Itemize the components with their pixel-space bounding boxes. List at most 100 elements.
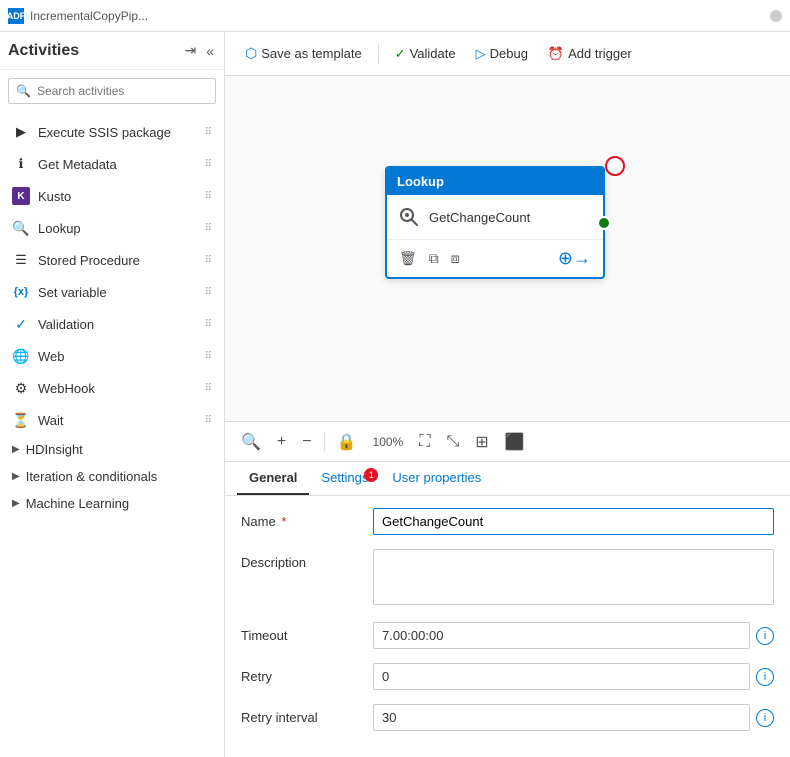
activity-item-stored-procedure[interactable]: ☰ Stored Procedure ⠿	[0, 244, 224, 276]
timeout-input[interactable]	[373, 622, 750, 649]
validation-icon: ✓	[12, 315, 30, 333]
debug-button[interactable]: ▷ Debug	[468, 42, 536, 66]
view-toggle-button[interactable]: ⬛	[501, 430, 529, 454]
lookup-node-label: GetChangeCount	[429, 210, 530, 225]
validate-icon: ✓	[395, 46, 406, 62]
drag-handle-kusto[interactable]: ⠿	[205, 191, 212, 202]
zoom-out-button[interactable]: ⤡	[442, 431, 463, 453]
activity-label-set-variable: Set variable	[38, 285, 197, 300]
activity-label-stored-procedure: Stored Procedure	[38, 253, 197, 268]
drag-handle-get-metadata[interactable]: ⠿	[205, 159, 212, 170]
zoom-fit-button[interactable]: 100%	[369, 433, 408, 451]
top-toolbar: ⬡ Save as template ✓ Validate ▷ Debug ⏰ …	[225, 32, 790, 76]
delete-node-button[interactable]: 🗑	[397, 248, 419, 269]
hdinsight-chevron: ▶	[12, 444, 20, 455]
retry-info-icon[interactable]: i	[756, 668, 774, 686]
name-input[interactable]	[373, 508, 774, 535]
lookup-node[interactable]: Lookup GetChangeCount 🗑 ⧉	[385, 166, 605, 279]
search-input[interactable]	[8, 78, 216, 104]
iteration-chevron: ▶	[12, 471, 20, 482]
web-icon: 🌐	[12, 347, 30, 365]
name-label: Name *	[241, 508, 361, 529]
lock-button[interactable]: 🔒	[333, 430, 361, 454]
trigger-icon: ⏰	[548, 46, 564, 62]
settings-badge: 1	[364, 468, 378, 482]
search-icon: 🔍	[16, 84, 31, 98]
retry-control: i	[373, 663, 774, 690]
sidebar: Activities ⇥ « 🔍 ▶ Execute SSIS package …	[0, 32, 225, 757]
add-button[interactable]: +	[273, 431, 290, 453]
layout-button[interactable]: ⊞	[471, 430, 492, 454]
timeout-info-icon[interactable]: i	[756, 627, 774, 645]
description-input[interactable]	[373, 549, 774, 605]
activity-item-web[interactable]: 🌐 Web ⠿	[0, 340, 224, 372]
activity-label-execute-ssis: Execute SSIS package	[38, 125, 197, 140]
remove-button[interactable]: −	[298, 431, 315, 453]
stored-procedure-icon: ☰	[12, 251, 30, 269]
retry-label: Retry	[241, 663, 361, 684]
drag-handle-wait[interactable]: ⠿	[205, 415, 212, 426]
group-label-iteration: Iteration & conditionals	[26, 469, 158, 484]
hide-icon[interactable]: «	[204, 40, 216, 61]
machine-learning-chevron: ▶	[12, 498, 20, 509]
group-hdinsight[interactable]: ▶ HDInsight	[0, 436, 224, 463]
execute-ssis-icon: ▶	[12, 123, 30, 141]
title-bar: ADF IncrementalCopyPip...	[0, 0, 790, 32]
set-variable-icon: {x}	[12, 283, 30, 301]
tab-general[interactable]: General	[237, 462, 309, 495]
activity-item-lookup[interactable]: 🔍 Lookup ⠿	[0, 212, 224, 244]
save-as-template-button[interactable]: ⬡ Save as template	[237, 41, 370, 66]
retry-interval-label: Retry interval	[241, 704, 361, 725]
drag-handle-webhook[interactable]: ⠿	[205, 383, 212, 394]
add-activity-button[interactable]: ⊕→	[556, 246, 593, 271]
form-area: Name * Description Timeout	[225, 496, 790, 757]
lookup-footer-actions: 🗑 ⧉ ⧈	[397, 248, 462, 269]
save-template-icon: ⬡	[245, 45, 257, 62]
activity-item-wait[interactable]: ⏳ Wait ⠿	[0, 404, 224, 436]
activities-list: ▶ Execute SSIS package ⠿ ℹ Get Metadata …	[0, 112, 224, 757]
fit-screen-button[interactable]: ⛶	[415, 431, 434, 453]
lookup-icon: 🔍	[12, 219, 30, 237]
search-canvas-button[interactable]: 🔍	[237, 430, 265, 454]
activity-item-validation[interactable]: ✓ Validation ⠿	[0, 308, 224, 340]
timeout-control: i	[373, 622, 774, 649]
canvas-workspace[interactable]: Lookup GetChangeCount 🗑 ⧉	[225, 76, 790, 422]
drag-handle-stored-procedure[interactable]: ⠿	[205, 255, 212, 266]
form-row-retry-interval: Retry interval i	[241, 704, 774, 731]
activity-item-set-variable[interactable]: {x} Set variable ⠿	[0, 276, 224, 308]
form-row-retry: Retry i	[241, 663, 774, 690]
activity-label-webhook: WebHook	[38, 381, 197, 396]
retry-input[interactable]	[373, 663, 750, 690]
tab-settings[interactable]: Settings 1	[309, 462, 380, 495]
main-container: Activities ⇥ « 🔍 ▶ Execute SSIS package …	[0, 32, 790, 757]
activity-item-kusto[interactable]: K Kusto ⠿	[0, 180, 224, 212]
close-dot[interactable]	[770, 10, 782, 22]
activity-item-execute-ssis[interactable]: ▶ Execute SSIS package ⠿	[0, 116, 224, 148]
drag-handle-execute-ssis[interactable]: ⠿	[205, 127, 212, 138]
retry-interval-input[interactable]	[373, 704, 750, 731]
activity-item-webhook[interactable]: ⚙ WebHook ⠿	[0, 372, 224, 404]
toolbar-separator-1	[378, 44, 379, 64]
drag-handle-lookup[interactable]: ⠿	[205, 223, 212, 234]
tab-user-properties[interactable]: User properties	[380, 462, 493, 495]
validate-button[interactable]: ✓ Validate	[387, 42, 464, 66]
tabs-bar: General Settings 1 User properties	[225, 462, 790, 496]
webhook-icon: ⚙	[12, 379, 30, 397]
retry-interval-info-icon[interactable]: i	[756, 709, 774, 727]
drag-handle-web[interactable]: ⠿	[205, 351, 212, 362]
group-machine-learning[interactable]: ▶ Machine Learning	[0, 490, 224, 517]
drag-handle-set-variable[interactable]: ⠿	[205, 287, 212, 298]
form-row-description: Description	[241, 549, 774, 608]
add-trigger-button[interactable]: ⏰ Add trigger	[540, 42, 640, 66]
activity-label-validation: Validation	[38, 317, 197, 332]
copy-node-button[interactable]: ⧈	[449, 248, 462, 269]
collapse-icon[interactable]: ⇥	[182, 40, 198, 61]
clone-node-button[interactable]: ⧉	[427, 248, 441, 269]
group-iteration[interactable]: ▶ Iteration & conditionals	[0, 463, 224, 490]
debug-icon: ▷	[476, 46, 486, 62]
wait-icon: ⏳	[12, 411, 30, 429]
drag-handle-validation[interactable]: ⠿	[205, 319, 212, 330]
get-metadata-icon: ℹ	[12, 155, 30, 173]
activity-item-get-metadata[interactable]: ℹ Get Metadata ⠿	[0, 148, 224, 180]
canvas-area: ⬡ Save as template ✓ Validate ▷ Debug ⏰ …	[225, 32, 790, 757]
